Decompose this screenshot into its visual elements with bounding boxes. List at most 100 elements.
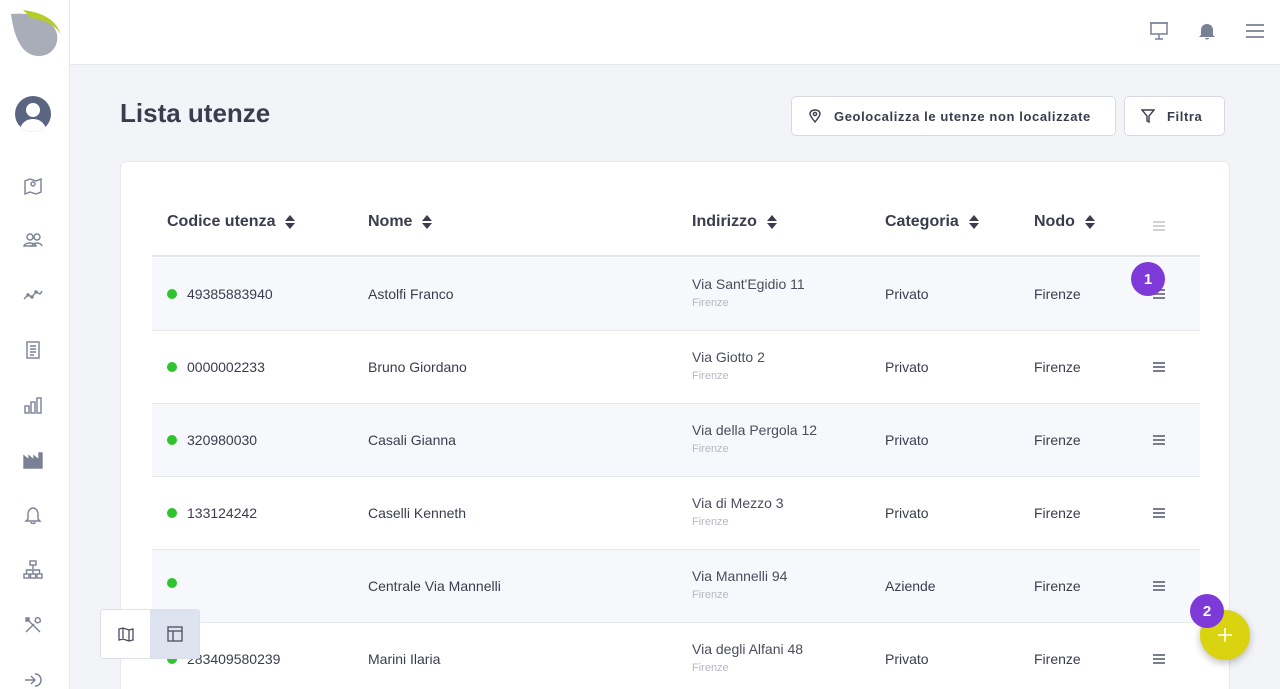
users-table-card: Codice utenza Nome Indirizzo Categoria N…: [120, 161, 1230, 689]
column-settings-menu-icon[interactable]: [1153, 218, 1169, 234]
nav-document-icon[interactable]: [21, 338, 45, 362]
address-cell: Via Sant'Egidio 11 Firenze: [692, 276, 805, 309]
table-row[interactable]: 133124242 Caselli Kenneth Via di Mezzo 3 Fi…: [152, 477, 1200, 550]
map-view-button[interactable]: [101, 610, 150, 658]
category-cell: Privato: [885, 432, 929, 448]
address-street: Via Mannelli 94: [692, 568, 788, 584]
node-cell: Firenze: [1034, 505, 1081, 521]
nav-factory-icon[interactable]: [21, 448, 45, 472]
table-row[interactable]: 283409580239 Marini Ilaria Via degli Alfan…: [152, 623, 1200, 689]
code-cell: 133124242: [167, 505, 257, 521]
category-cell: Privato: [885, 651, 929, 667]
column-header-name[interactable]: Nome: [368, 213, 433, 231]
table-row[interactable]: 320980030 Casali Gianna Via della Pergola …: [152, 404, 1200, 477]
name-cell: Casali Gianna: [368, 432, 456, 448]
table-view-icon: [166, 626, 183, 642]
address-street: Via Giotto 2: [692, 349, 765, 365]
step-badge-2: 2: [1190, 594, 1224, 628]
address-cell: Via di Mezzo 3 Firenze: [692, 495, 784, 528]
row-menu-icon[interactable]: [1153, 432, 1169, 448]
nav-trend-icon[interactable]: [21, 283, 45, 307]
status-dot-icon: [167, 435, 177, 445]
category-cell: Aziende: [885, 578, 936, 594]
table-view-button[interactable]: [150, 610, 199, 658]
address-city: Firenze: [692, 589, 729, 601]
code-cell: [167, 578, 187, 588]
nav-logout-icon[interactable]: [21, 668, 45, 689]
sort-icon: [1084, 215, 1095, 229]
row-menu-icon[interactable]: [1153, 359, 1169, 375]
column-header-node[interactable]: Nodo: [1034, 213, 1095, 231]
user-avatar[interactable]: [15, 96, 51, 132]
nav-hierarchy-icon[interactable]: [21, 558, 45, 582]
address-street: Via degli Alfani 48: [692, 641, 804, 657]
nav-users-icon[interactable]: [21, 228, 45, 252]
column-header-code[interactable]: Codice utenza: [167, 213, 296, 231]
address-cell: Via degli Alfani 48 Firenze: [692, 641, 803, 674]
row-menu-icon[interactable]: [1153, 651, 1169, 667]
category-cell: Privato: [885, 359, 929, 375]
address-city: Firenze: [692, 370, 729, 382]
nav-tools-icon[interactable]: [21, 613, 45, 637]
sort-icon: [285, 215, 296, 229]
user-silhouette-icon: [19, 103, 47, 132]
node-cell: Firenze: [1034, 578, 1081, 594]
table-row[interactable]: Centrale Via Mannelli Via Mannelli 94 Fire…: [152, 550, 1200, 623]
address-city: Firenze: [692, 662, 729, 674]
filter-button-label: Filtra: [1167, 108, 1203, 124]
name-cell: Astolfi Franco: [368, 286, 454, 302]
table-row[interactable]: 0000002233 Bruno Giordano Via Giotto 2 Fire…: [152, 331, 1200, 404]
node-cell: Firenze: [1034, 432, 1081, 448]
address-cell: Via della Pergola 12 Firenze: [692, 422, 817, 455]
hamburger-menu-icon[interactable]: [1242, 18, 1268, 44]
nav-bar-chart-icon[interactable]: [21, 393, 45, 417]
sort-icon: [968, 215, 979, 229]
geolocate-button[interactable]: Geolocalizza le utenze non localizzate: [791, 96, 1116, 136]
sort-icon: [422, 215, 433, 229]
location-pin-icon: [809, 109, 821, 123]
top-bar: [70, 0, 1280, 65]
node-cell: Firenze: [1034, 651, 1081, 667]
funnel-icon: [1141, 109, 1155, 123]
status-dot-icon: [167, 289, 177, 299]
step-badge-1: 1: [1131, 262, 1165, 296]
column-header-address[interactable]: Indirizzo: [692, 213, 777, 231]
address-city: Firenze: [692, 297, 729, 309]
status-dot-icon: [167, 362, 177, 372]
sidebar: [0, 0, 70, 689]
leaf-logo-icon[interactable]: [9, 8, 63, 58]
name-cell: Marini Ilaria: [368, 651, 441, 667]
sort-icon: [766, 215, 777, 229]
row-menu-icon[interactable]: [1153, 578, 1169, 594]
row-menu-icon[interactable]: [1153, 505, 1169, 521]
name-cell: Bruno Giordano: [368, 359, 467, 375]
geolocate-button-label: Geolocalizza le utenze non localizzate: [834, 108, 1091, 124]
address-street: Via della Pergola 12: [692, 422, 818, 438]
status-dot-icon: [167, 508, 177, 518]
node-cell: Firenze: [1034, 286, 1081, 302]
code-cell: 320980030: [167, 432, 257, 448]
address-street: Via Sant'Egidio 11: [692, 276, 805, 292]
notification-bell-icon[interactable]: [1194, 18, 1220, 44]
status-dot-icon: [167, 578, 177, 588]
view-toggle: [100, 609, 200, 659]
plus-icon: [1218, 628, 1232, 642]
address-cell: Via Mannelli 94 Firenze: [692, 568, 787, 601]
address-cell: Via Giotto 2 Firenze: [692, 349, 765, 382]
nav-map-icon[interactable]: [21, 174, 45, 198]
category-cell: Privato: [885, 286, 929, 302]
table-header: Codice utenza Nome Indirizzo Categoria N…: [152, 194, 1200, 257]
code-cell: 49385883940: [167, 286, 273, 302]
page-title: Lista utenze: [120, 98, 271, 128]
address-city: Firenze: [692, 516, 729, 528]
column-header-category[interactable]: Categoria: [885, 213, 979, 231]
name-cell: Centrale Via Mannelli: [368, 578, 501, 594]
presentation-icon[interactable]: [1146, 18, 1172, 44]
map-view-icon: [117, 627, 134, 642]
filter-button[interactable]: Filtra: [1124, 96, 1225, 136]
address-street: Via di Mezzo 3: [692, 495, 784, 511]
table-row[interactable]: 49385883940 Astolfi Franco Via Sant'Egidio…: [152, 258, 1200, 331]
nav-bell-icon[interactable]: [21, 503, 45, 527]
node-cell: Firenze: [1034, 359, 1081, 375]
address-city: Firenze: [692, 443, 729, 455]
